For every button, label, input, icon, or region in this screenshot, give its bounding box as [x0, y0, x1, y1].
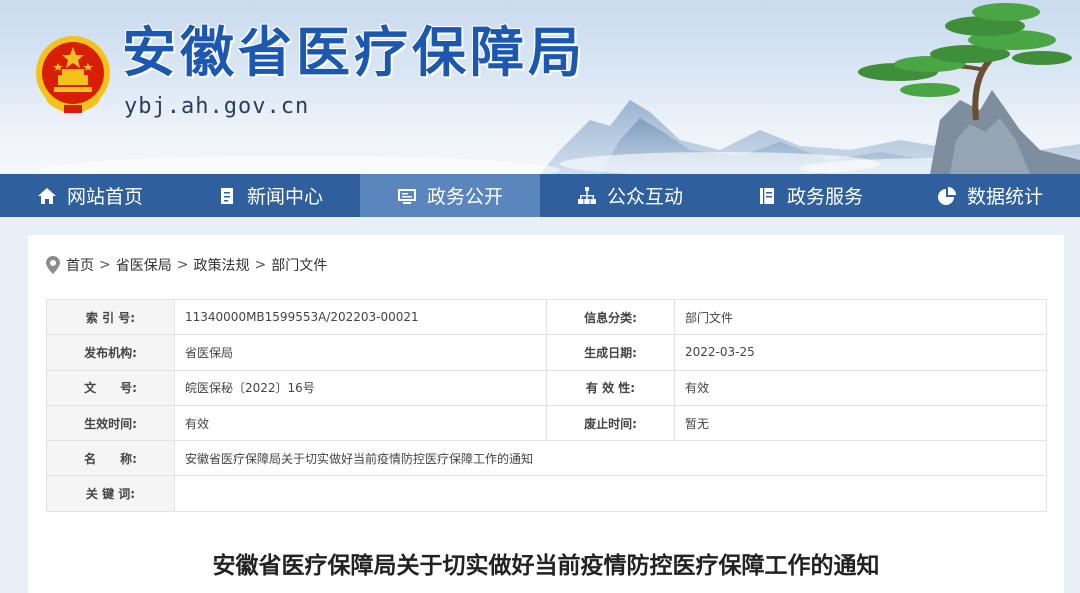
effective-time-label: 生效时间: — [46, 404, 175, 442]
effective-time-value: 有效 — [174, 404, 547, 442]
nav-item-label: 政务公开 — [426, 186, 503, 208]
breadcrumb-home[interactable]: 首页 — [66, 255, 94, 275]
breadcrumb-separator: > — [254, 257, 267, 273]
category-value: 部门文件 — [674, 298, 1047, 336]
date-label: 生成日期: — [546, 334, 675, 371]
document-number-label: 文 号: — [46, 369, 175, 406]
site-domain: ybj.ah.gov.cn — [124, 94, 310, 119]
header-banner: 安徽省医疗保障局 ybj.ah.gov.cn — [0, 0, 1080, 174]
document-icon — [220, 187, 233, 204]
publisher-value: 省医保局 — [174, 334, 547, 371]
document-number-value: 皖医保秘〔2022〕16号 — [174, 369, 547, 406]
index-number-label: 索 引 号: — [46, 298, 175, 336]
nav-item-news[interactable]: 新闻中心 — [180, 174, 360, 217]
name-label: 名 称: — [46, 440, 175, 477]
nav-item-label: 新闻中心 — [246, 186, 323, 208]
repeal-time-value: 暂无 — [674, 404, 1047, 442]
document-metadata-table: 索 引 号: 11340000MB1599553A/202203-00021 信… — [46, 298, 1047, 512]
nav-item-government-affairs[interactable]: 政务公开 — [360, 174, 540, 217]
book-icon — [759, 187, 774, 204]
home-icon — [37, 187, 56, 204]
breadcrumb-separator: > — [176, 257, 189, 273]
validity-label: 有 效 性: — [546, 369, 675, 406]
keywords-value — [174, 475, 1047, 512]
breadcrumb: 首页 > 省医保局 > 政策法规 > 部门文件 — [46, 255, 327, 275]
pine-tree-scenery — [858, 3, 1080, 174]
table-row: 生效时间: 有效 废止时间: 暂无 — [46, 404, 1047, 442]
content-card: 首页 > 省医保局 > 政策法规 > 部门文件 索 引 号: 11340000M… — [28, 235, 1064, 593]
national-emblem-icon — [36, 36, 110, 113]
table-row: 文 号: 皖医保秘〔2022〕16号 有 效 性: 有效 — [46, 369, 1047, 406]
monitor-icon — [397, 188, 416, 204]
keywords-label: 关 键 词: — [46, 475, 175, 512]
breadcrumb-separator: > — [99, 257, 111, 273]
nav-item-home[interactable]: 网站首页 — [0, 174, 180, 217]
breadcrumb-provincial-bureau[interactable]: 省医保局 — [116, 255, 172, 275]
table-row: 关 键 词: — [46, 475, 1047, 512]
breadcrumb-policies[interactable]: 政策法规 — [193, 255, 249, 275]
nav-item-government-services[interactable]: 政务服务 — [720, 174, 900, 217]
main-nav: 网站首页 新闻中心 政务公开 公众互动 政务服务 数据统计 — [0, 174, 1080, 217]
site-title: 安徽省医疗保障局 — [122, 21, 586, 84]
article-title: 安徽省医疗保障局关于切实做好当前疫情防控医疗保障工作的通知 — [212, 553, 880, 579]
network-icon — [577, 186, 596, 204]
table-row: 发布机构: 省医保局 生成日期: 2022-03-25 — [46, 334, 1047, 371]
nav-item-label: 公众互动 — [606, 186, 683, 208]
name-value: 安徽省医疗保障局关于切实做好当前疫情防控医疗保障工作的通知 — [174, 440, 1047, 477]
date-value: 2022-03-25 — [674, 334, 1047, 371]
nav-item-label: 数据统计 — [966, 186, 1043, 208]
pie-chart-icon — [937, 186, 956, 205]
index-number-value: 11340000MB1599553A/202203-00021 — [174, 298, 547, 336]
nav-item-label: 网站首页 — [66, 186, 143, 208]
nav-item-statistics[interactable]: 数据统计 — [900, 174, 1080, 217]
table-row: 索 引 号: 11340000MB1599553A/202203-00021 信… — [46, 298, 1047, 336]
repeal-time-label: 废止时间: — [546, 404, 675, 442]
table-row: 名 称: 安徽省医疗保障局关于切实做好当前疫情防控医疗保障工作的通知 — [46, 440, 1047, 477]
nav-item-label: 政务服务 — [786, 186, 863, 208]
location-pin-icon — [46, 256, 60, 274]
nav-item-public-interaction[interactable]: 公众互动 — [540, 174, 720, 217]
breadcrumb-department-docs[interactable]: 部门文件 — [271, 255, 327, 275]
validity-value: 有效 — [674, 369, 1047, 406]
publisher-label: 发布机构: — [46, 334, 175, 371]
category-label: 信息分类: — [546, 298, 675, 336]
